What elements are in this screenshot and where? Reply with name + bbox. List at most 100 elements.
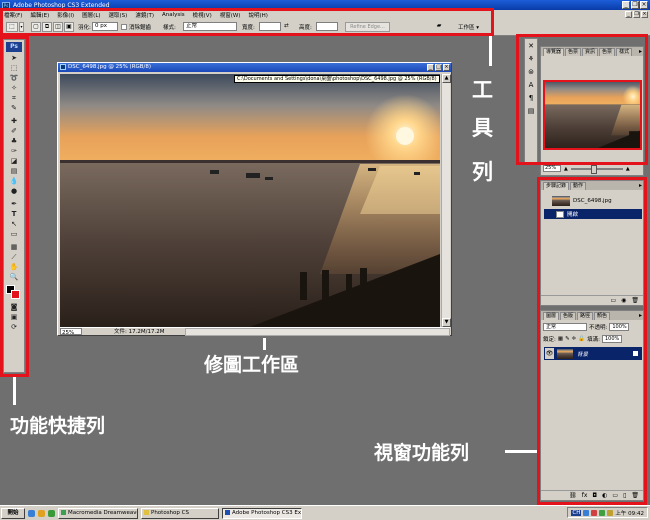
create-snapshot-icon[interactable]: ◉ — [621, 297, 626, 304]
eraser-tool-icon[interactable]: ◪ — [5, 156, 23, 166]
tab-color[interactable]: 顏色 — [594, 312, 611, 320]
height-input[interactable] — [316, 22, 338, 31]
style-select[interactable]: 正常 — [183, 22, 237, 31]
navigator-view-box[interactable] — [543, 80, 642, 150]
panel-menu-icon[interactable]: ▸ — [639, 48, 642, 55]
opacity-field[interactable]: 100% — [609, 323, 630, 331]
layers-panel-menu-icon[interactable]: ▸ — [639, 312, 642, 319]
doc-restore-button[interactable]: ❐ — [633, 11, 640, 18]
blur-tool-icon[interactable]: 💧 — [5, 176, 23, 186]
navigator-zoom-field[interactable]: 25% — [543, 165, 561, 172]
move-tool-icon[interactable]: ➤ — [5, 53, 23, 63]
path-selection-tool-icon[interactable]: ↖ — [5, 219, 23, 229]
pen-tool-icon[interactable]: ✒ — [5, 199, 23, 209]
workspace-button[interactable]: 工作區 ▾ — [458, 23, 479, 31]
input-method-indicator[interactable]: CH — [571, 509, 582, 516]
start-button[interactable]: 開始 — [1, 507, 25, 519]
adjustment-layer-icon[interactable]: ◐ — [602, 492, 607, 499]
tab-layers[interactable]: 圖層 — [543, 312, 560, 320]
gradient-tool-icon[interactable]: ▤ — [5, 166, 23, 176]
tool-presets-icon[interactable]: ⚘ — [526, 54, 537, 65]
tab-styles[interactable]: 樣式 — [616, 48, 633, 56]
volume-icon[interactable] — [607, 509, 614, 516]
add-mask-icon[interactable]: ◘ — [592, 492, 597, 499]
history-snapshot[interactable]: DSC_6498.jpg — [544, 193, 642, 209]
document-minimize-button[interactable]: _ — [427, 64, 434, 71]
width-input[interactable] — [259, 22, 281, 31]
lock-transparency-icon[interactable]: ▦ — [558, 336, 563, 342]
tab-swatches-b[interactable]: 色票 — [599, 48, 616, 56]
lock-position-icon[interactable]: ✛ — [572, 336, 577, 342]
feather-input[interactable]: 0 px — [92, 22, 118, 31]
document-close-button[interactable]: × — [443, 64, 450, 71]
new-layer-icon[interactable]: ▯ — [623, 492, 626, 499]
scroll-down-arrow[interactable]: ▼ — [442, 318, 451, 327]
blend-mode-select[interactable]: 正常 — [543, 323, 587, 331]
minimize-button[interactable]: _ — [622, 1, 630, 9]
layer-style-icon[interactable]: fx — [582, 492, 588, 499]
character-panel-icon[interactable]: A — [526, 80, 537, 91]
fill-field[interactable]: 100% — [602, 335, 622, 343]
slice-tool-icon[interactable]: ✎ — [5, 103, 23, 113]
swap-icon[interactable]: ⇄ — [284, 23, 289, 29]
horizontal-scrollbar[interactable] — [185, 328, 450, 336]
tab-history[interactable]: 步驟記錄 — [543, 182, 570, 190]
dodge-tool-icon[interactable]: ● — [5, 186, 23, 196]
background-color-swatch[interactable] — [11, 290, 20, 299]
marquee-tool-icon[interactable]: ⬚ — [5, 63, 23, 73]
menu-window[interactable]: 視窗(W) — [220, 11, 241, 19]
close-button[interactable]: × — [640, 1, 648, 9]
tab-navigator[interactable]: 導覽器 — [543, 48, 565, 56]
history-panel-menu-icon[interactable]: ▸ — [639, 182, 642, 189]
screen-mode-icon[interactable]: ▣ — [5, 312, 23, 322]
delete-state-icon[interactable]: 🗑 — [631, 297, 639, 304]
lock-all-icon[interactable]: 🔒 — [578, 336, 585, 342]
restore-button[interactable]: ❐ — [631, 1, 639, 9]
explorer-quicklaunch-icon[interactable] — [38, 509, 45, 517]
document-maximize-button[interactable]: □ — [435, 64, 442, 71]
task-photoshop-cs3[interactable]: Adobe Photoshop CS3 Ex... — [222, 507, 302, 519]
lasso-tool-icon[interactable]: ➰ — [5, 73, 23, 83]
antivirus-icon[interactable] — [591, 509, 598, 516]
magic-wand-tool-icon[interactable]: ✧ — [5, 83, 23, 93]
antialias-checkbox[interactable] — [121, 24, 127, 30]
edit-in-imageready-icon[interactable]: ⟳ — [5, 322, 23, 332]
image-canvas[interactable] — [60, 74, 440, 327]
doc-minimize-button[interactable]: _ — [625, 11, 632, 18]
lock-pixels-icon[interactable]: ✎ — [565, 336, 570, 342]
delete-layer-icon[interactable]: 🗑 — [631, 492, 639, 499]
link-layers-icon[interactable]: ⛓ — [569, 492, 577, 499]
history-brush-tool-icon[interactable]: ✑ — [5, 146, 23, 156]
menu-select[interactable]: 選取(S) — [109, 11, 128, 19]
zoom-tool-icon[interactable]: 🔍 — [5, 272, 23, 282]
menu-view[interactable]: 檢視(V) — [193, 11, 212, 19]
scroll-up-arrow[interactable]: ▲ — [442, 74, 451, 83]
tab-swatches-a[interactable]: 色票 — [565, 48, 582, 56]
network-icon[interactable] — [583, 509, 590, 516]
layer-comps-icon[interactable]: ⊜ — [526, 67, 537, 78]
clone-stamp-tool-icon[interactable]: ♣ — [5, 136, 23, 146]
vertical-scrollbar[interactable]: ▲ ▼ — [441, 74, 451, 327]
tab-actions[interactable]: 動作 — [570, 182, 587, 190]
menu-filter[interactable]: 濾鏡(T) — [135, 11, 154, 19]
brushes-panel-icon[interactable]: ✕ — [526, 41, 537, 52]
intersect-selection-icon[interactable]: ▣ — [64, 22, 74, 32]
menu-edit[interactable]: 編輯(E) — [30, 11, 49, 19]
paragraph-panel-icon[interactable]: ¶ — [526, 93, 537, 104]
healing-brush-tool-icon[interactable]: ✚ — [5, 116, 23, 126]
refine-edge-button[interactable]: Refine Edge... — [345, 22, 390, 32]
task-photoshop-folder[interactable]: Photoshop CS — [141, 507, 219, 519]
eyedropper-tool-icon[interactable]: ⟋ — [5, 252, 23, 262]
ie-quicklaunch-icon[interactable] — [28, 509, 35, 517]
new-group-icon[interactable]: ▭ — [612, 492, 618, 499]
media-quicklaunch-icon[interactable] — [48, 509, 55, 517]
tab-channels[interactable]: 色版 — [560, 312, 577, 320]
hand-tool-icon[interactable]: ✋ — [5, 262, 23, 272]
menu-layer[interactable]: 圖層(L) — [82, 11, 100, 19]
menu-help[interactable]: 說明(H) — [248, 11, 267, 19]
history-step[interactable]: 開啟 — [544, 209, 642, 219]
new-selection-icon[interactable]: ▢ — [31, 22, 41, 32]
zoom-out-icon[interactable]: ▲ — [564, 166, 568, 172]
marquee-tool-preset-icon[interactable]: ⬚ — [6, 22, 18, 32]
tray-app-icon[interactable] — [599, 509, 606, 516]
